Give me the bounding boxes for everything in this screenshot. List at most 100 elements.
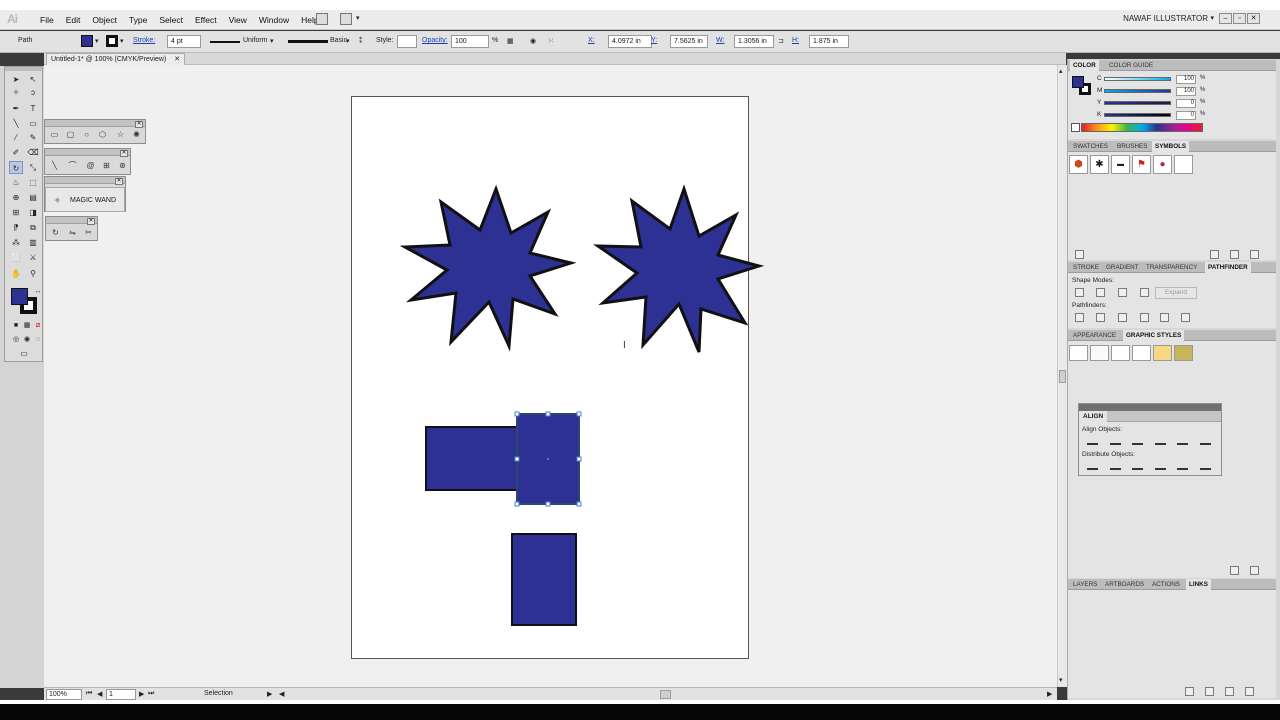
symbol-ribbon-icon[interactable]: ▬ (1111, 155, 1130, 174)
rotate-tool-icon[interactable]: ↻ (9, 161, 23, 174)
merge-icon[interactable] (1118, 313, 1127, 322)
draw-inside-icon[interactable]: ◌ (31, 333, 45, 346)
go-to-link-icon[interactable] (1205, 687, 1214, 696)
paintbrush-tool-icon[interactable]: ⁄ (9, 131, 23, 144)
first-artboard-icon[interactable]: ⏮ (86, 690, 92, 698)
rectangle-tool-icon[interactable]: ▭ (26, 117, 40, 130)
graphic-style-blank[interactable] (1090, 345, 1109, 361)
distribute-top-icon[interactable] (1087, 461, 1098, 470)
new-swatch-icon[interactable] (1230, 250, 1239, 259)
edit-original-icon[interactable] (1245, 687, 1254, 696)
crop-icon[interactable] (1140, 313, 1149, 322)
tab-color-guide[interactable]: COLOR GUIDE (1106, 60, 1156, 71)
new-graphic-style-icon[interactable] (1230, 566, 1239, 575)
cyan-slider[interactable] (1104, 77, 1171, 81)
none-color-icon[interactable] (1071, 123, 1080, 132)
unite-icon[interactable] (1075, 288, 1084, 297)
magenta-field[interactable]: 100 (1176, 87, 1196, 96)
warp-tool-icon[interactable]: ♨ (9, 176, 23, 189)
tab-symbols[interactable]: SYMBOLS (1152, 141, 1190, 152)
symbol-shield-icon[interactable]: ⬢ (1069, 155, 1088, 174)
align-top-icon[interactable] (1155, 436, 1166, 445)
color-fill-swatch[interactable] (1072, 76, 1084, 88)
twist-tool-icon[interactable]: ✂ (83, 228, 94, 238)
align-vertical-center-icon[interactable] (1177, 436, 1188, 445)
slice-tool-icon[interactable]: ⚔ (26, 251, 40, 264)
shape-builder-tool-icon[interactable]: ⊕ (9, 191, 23, 204)
align-right-icon[interactable] (1132, 436, 1143, 445)
eraser-tool-icon[interactable]: ⌫ (26, 146, 40, 159)
fill-box[interactable] (11, 288, 28, 305)
trim-icon[interactable] (1096, 313, 1105, 322)
graphic-style-texture[interactable] (1174, 345, 1193, 361)
blend-tool-icon[interactable]: ⧉ (26, 221, 40, 234)
selection-tool-icon[interactable]: ➤ (9, 73, 23, 86)
pencil-tool-icon[interactable]: ✎ (26, 131, 40, 144)
trash-icon[interactable] (1250, 250, 1259, 259)
color-spectrum-bar[interactable] (1081, 123, 1203, 132)
rotate-tool-icon[interactable]: ↻ (50, 228, 61, 238)
magenta-slider[interactable] (1104, 89, 1171, 93)
screen-mode-icon[interactable]: ▭ (17, 347, 31, 360)
column-graph-tool-icon[interactable]: ▥ (26, 236, 40, 249)
rounded-rectangle-tool-icon[interactable]: ▢ (65, 130, 76, 140)
pen-tool-icon[interactable]: ✒ (9, 102, 23, 115)
black-field[interactable]: 0 (1176, 111, 1196, 120)
star-shape-left[interactable] (399, 184, 577, 352)
new-symbol-icon[interactable] (1210, 250, 1219, 259)
distribute-vertical-center-icon[interactable] (1110, 461, 1121, 470)
distribute-horizontal-center-icon[interactable] (1177, 461, 1188, 470)
align-horizontal-center-icon[interactable] (1110, 436, 1121, 445)
symbol-sprayer-tool-icon[interactable]: ⁂ (9, 236, 23, 249)
symbol-splatter-icon[interactable]: ✱ (1090, 155, 1109, 174)
symbol-blank-icon[interactable] (1174, 155, 1193, 174)
none-mode-icon[interactable]: ⧄ (31, 319, 45, 332)
close-icon[interactable]: ✕ (135, 121, 143, 128)
reflect-tool-icon[interactable]: ⇋ (67, 228, 78, 238)
current-tool-status[interactable]: Selection (204, 690, 233, 697)
polygon-tool-icon[interactable]: ⬡ (97, 130, 108, 140)
polar-grid-tool-icon[interactable]: ⊛ (117, 161, 128, 171)
scale-tool-icon[interactable]: ⤡ (26, 161, 40, 174)
mesh-tool-icon[interactable]: ⊞ (9, 206, 23, 219)
star-shape-right[interactable] (593, 184, 765, 353)
zoom-field[interactable]: 100% (46, 689, 82, 700)
distribute-left-icon[interactable] (1155, 461, 1166, 470)
perspective-grid-tool-icon[interactable]: ▤ (26, 191, 40, 204)
type-tool-icon[interactable]: T (26, 102, 40, 115)
exclude-icon[interactable] (1140, 288, 1149, 297)
flare-tool-icon[interactable]: ✺ (131, 130, 142, 140)
flyout-header[interactable] (45, 149, 130, 156)
tab-actions[interactable]: ACTIONS (1149, 579, 1183, 590)
magic-wand-button[interactable]: ✧ MAGIC WAND (45, 187, 125, 212)
tab-color[interactable]: COLOR (1070, 60, 1099, 71)
tab-swatches[interactable]: SWATCHES (1070, 141, 1111, 152)
tab-graphic-styles[interactable]: GRAPHIC STYLES (1123, 330, 1185, 341)
scroll-left-icon[interactable]: ◀ (279, 690, 284, 698)
eyedropper-tool-icon[interactable]: ⁋ (9, 221, 23, 234)
rectangle-tool-icon[interactable]: ▭ (49, 130, 60, 140)
black-slider[interactable] (1104, 113, 1171, 117)
divide-icon[interactable] (1075, 313, 1084, 322)
magic-wand-tool-icon[interactable]: ✧ (9, 86, 23, 99)
hand-tool-icon[interactable]: ✋ (9, 267, 23, 280)
scroll-right-icon[interactable]: ▶ (1047, 690, 1052, 698)
minus-back-icon[interactable] (1181, 313, 1190, 322)
rectangle-wide[interactable] (425, 426, 520, 491)
line-tool-icon[interactable]: ╲ (9, 117, 23, 130)
artboard-number-field[interactable]: 1 (106, 689, 136, 700)
graphic-style-default[interactable] (1069, 345, 1088, 361)
scroll-down-icon[interactable]: ▾ (1059, 676, 1063, 684)
next-artboard-icon[interactable]: ▶ (139, 690, 144, 698)
expand-button[interactable]: Expand (1155, 287, 1197, 299)
tab-links[interactable]: LINKS (1186, 579, 1211, 590)
minus-front-icon[interactable] (1096, 288, 1105, 297)
vertical-scrollbar[interactable]: ▴ ▾ (1057, 65, 1067, 687)
spiral-tool-icon[interactable]: @ (85, 161, 96, 171)
trash-icon[interactable] (1250, 566, 1259, 575)
flyout-header[interactable] (45, 177, 125, 184)
tab-layers[interactable]: LAYERS (1070, 579, 1100, 590)
gradient-tool-icon[interactable]: ◨ (26, 206, 40, 219)
tab-align[interactable]: ALIGN (1079, 411, 1108, 422)
tab-artboards[interactable]: ARTBOARDS (1102, 579, 1147, 590)
